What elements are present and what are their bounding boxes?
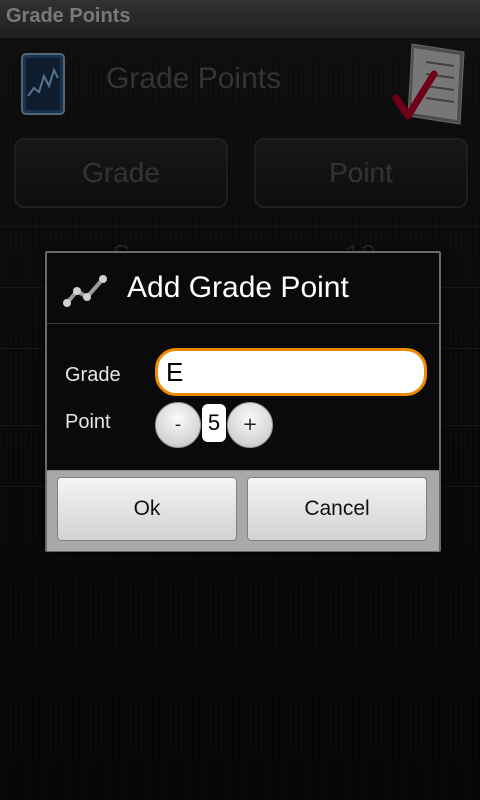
dialog-button-bar: Ok Cancel [47,470,439,551]
add-grade-point-dialog: Add Grade Point Grade E Point - 5 + Ok C… [45,251,441,552]
line-graph-icon [63,275,107,307]
point-value[interactable]: 5 [202,404,226,442]
grade-label: Grade [65,364,121,386]
point-label: Point [65,411,111,433]
dialog-title: Add Grade Point [127,271,349,304]
decrement-button[interactable]: - [155,402,201,448]
ok-button[interactable]: Ok [57,477,237,541]
increment-button[interactable]: + [227,402,273,448]
cancel-button[interactable]: Cancel [247,477,427,541]
dialog-header: Add Grade Point [47,253,439,324]
grade-input[interactable]: E [155,348,427,396]
